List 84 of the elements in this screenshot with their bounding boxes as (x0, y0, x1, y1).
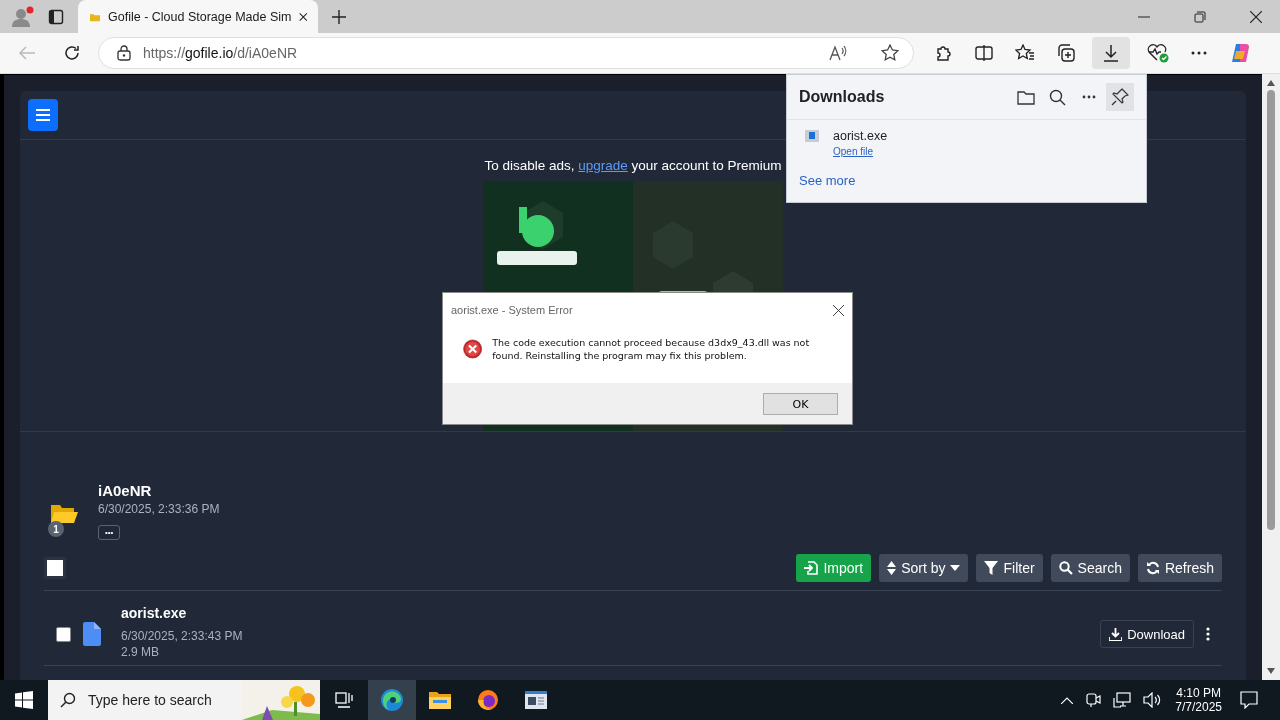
tab-actions-icon[interactable] (48, 8, 64, 25)
taskbar-search-field[interactable]: Type here to search (48, 680, 320, 720)
folder-icon[interactable] (1017, 89, 1035, 105)
clock-date[interactable]: 7/7/2025 (1175, 700, 1222, 714)
collections-icon[interactable] (1057, 44, 1075, 62)
file-name[interactable]: aorist.exe (121, 605, 243, 621)
meet-icon[interactable] (1085, 692, 1102, 708)
dialog-title: aorist.exe - System Error (451, 304, 573, 316)
count-badge: 1 (48, 521, 64, 537)
folder-name: iA0eNR (98, 482, 152, 499)
more-button[interactable]: ••• (98, 525, 121, 540)
close-icon[interactable] (299, 10, 308, 23)
scroll-up-icon[interactable] (1267, 80, 1275, 86)
folder-date: 6/30/2025, 2:33:36 PM (98, 502, 220, 516)
more-icon[interactable] (1082, 95, 1096, 99)
window-icon (525, 691, 547, 709)
filter-icon (984, 561, 999, 575)
download-button[interactable]: Download (1100, 620, 1194, 648)
search-placeholder: Type here to search (88, 692, 212, 708)
download-icon (1109, 627, 1123, 641)
volume-icon[interactable] (1143, 692, 1162, 708)
refresh-icon[interactable] (63, 44, 81, 62)
open-file-link[interactable]: Open file (833, 146, 888, 157)
new-tab-icon[interactable] (332, 9, 346, 24)
scroll-down-icon[interactable] (1267, 668, 1275, 674)
search-icon (1058, 561, 1073, 575)
url-text: https://gofile.io/d/iA0eNR (143, 45, 298, 61)
close-icon[interactable] (1250, 10, 1262, 23)
chevron-up-icon[interactable] (1061, 696, 1074, 704)
pin-icon (1111, 88, 1129, 106)
panel-title: Downloads (799, 88, 885, 106)
see-more-link[interactable]: See more (799, 173, 1146, 188)
filter-button[interactable]: Filter (976, 554, 1043, 582)
downloads-button[interactable] (1092, 37, 1130, 69)
profile-icon[interactable] (10, 4, 34, 29)
file-date: 6/30/2025, 2:33:43 PM (121, 629, 243, 643)
search-icon[interactable] (1049, 88, 1066, 106)
notification-icon[interactable] (1240, 691, 1258, 709)
upgrade-link[interactable]: upgrade (578, 158, 628, 173)
browser-tab[interactable]: Gofile - Cloud Storage Made Sim (78, 0, 318, 33)
search-button[interactable]: Search (1050, 554, 1130, 582)
tab-title: Gofile - Cloud Storage Made Sim (108, 9, 292, 24)
address-bar[interactable]: https://gofile.io/d/iA0eNR (98, 37, 914, 69)
kebab-icon[interactable] (1206, 627, 1210, 641)
sort-button[interactable]: Sort by (879, 554, 969, 582)
more-icon[interactable] (1191, 51, 1207, 55)
ad-notice: To disable ads, upgrade your account to Premium (484, 158, 782, 173)
download-icon (1102, 44, 1120, 62)
download-file-name: aorist.exe (833, 129, 888, 143)
restore-icon[interactable] (1194, 10, 1206, 23)
select-all-checkbox[interactable] (44, 557, 66, 579)
lock-icon (117, 45, 131, 61)
task-view-icon (335, 692, 353, 708)
pin-button[interactable] (1106, 83, 1134, 111)
refresh-button[interactable]: Refresh (1137, 554, 1222, 582)
browser-icon (477, 689, 499, 711)
windows-start-icon[interactable] (15, 691, 33, 709)
browser-icon (380, 688, 404, 712)
read-aloud-icon[interactable] (829, 44, 849, 62)
close-icon[interactable] (833, 304, 844, 316)
star-icon[interactable] (881, 44, 899, 62)
import-icon (804, 561, 819, 575)
file-checkbox[interactable] (56, 626, 71, 642)
clock-time[interactable]: 4:10 PM (1176, 686, 1221, 700)
search-icon (60, 692, 76, 708)
folder-icon (50, 503, 78, 525)
ok-button[interactable]: OK (763, 393, 838, 415)
copilot-icon[interactable] (1229, 42, 1251, 64)
folder-icon (429, 691, 451, 709)
sort-icon (887, 561, 897, 575)
caret-icon (950, 565, 961, 571)
split-screen-icon[interactable] (975, 45, 993, 61)
error-message: The code execution cannot proceed because d3dx9_43.dll was not found. Reinstalling the program may fix this problem. (492, 335, 811, 363)
file-size: 2.9 MB (121, 645, 160, 659)
scrollbar[interactable] (1262, 74, 1280, 680)
refresh-icon (1145, 561, 1160, 575)
heart-pulse-icon[interactable] (1147, 43, 1169, 63)
extensions-icon[interactable] (935, 44, 953, 62)
menu-icon (36, 109, 50, 121)
favorites-icon[interactable] (1015, 44, 1035, 62)
file-icon (83, 622, 101, 646)
menu-button[interactable] (28, 99, 58, 131)
network-icon[interactable] (1113, 692, 1132, 708)
app-icon (805, 130, 819, 142)
